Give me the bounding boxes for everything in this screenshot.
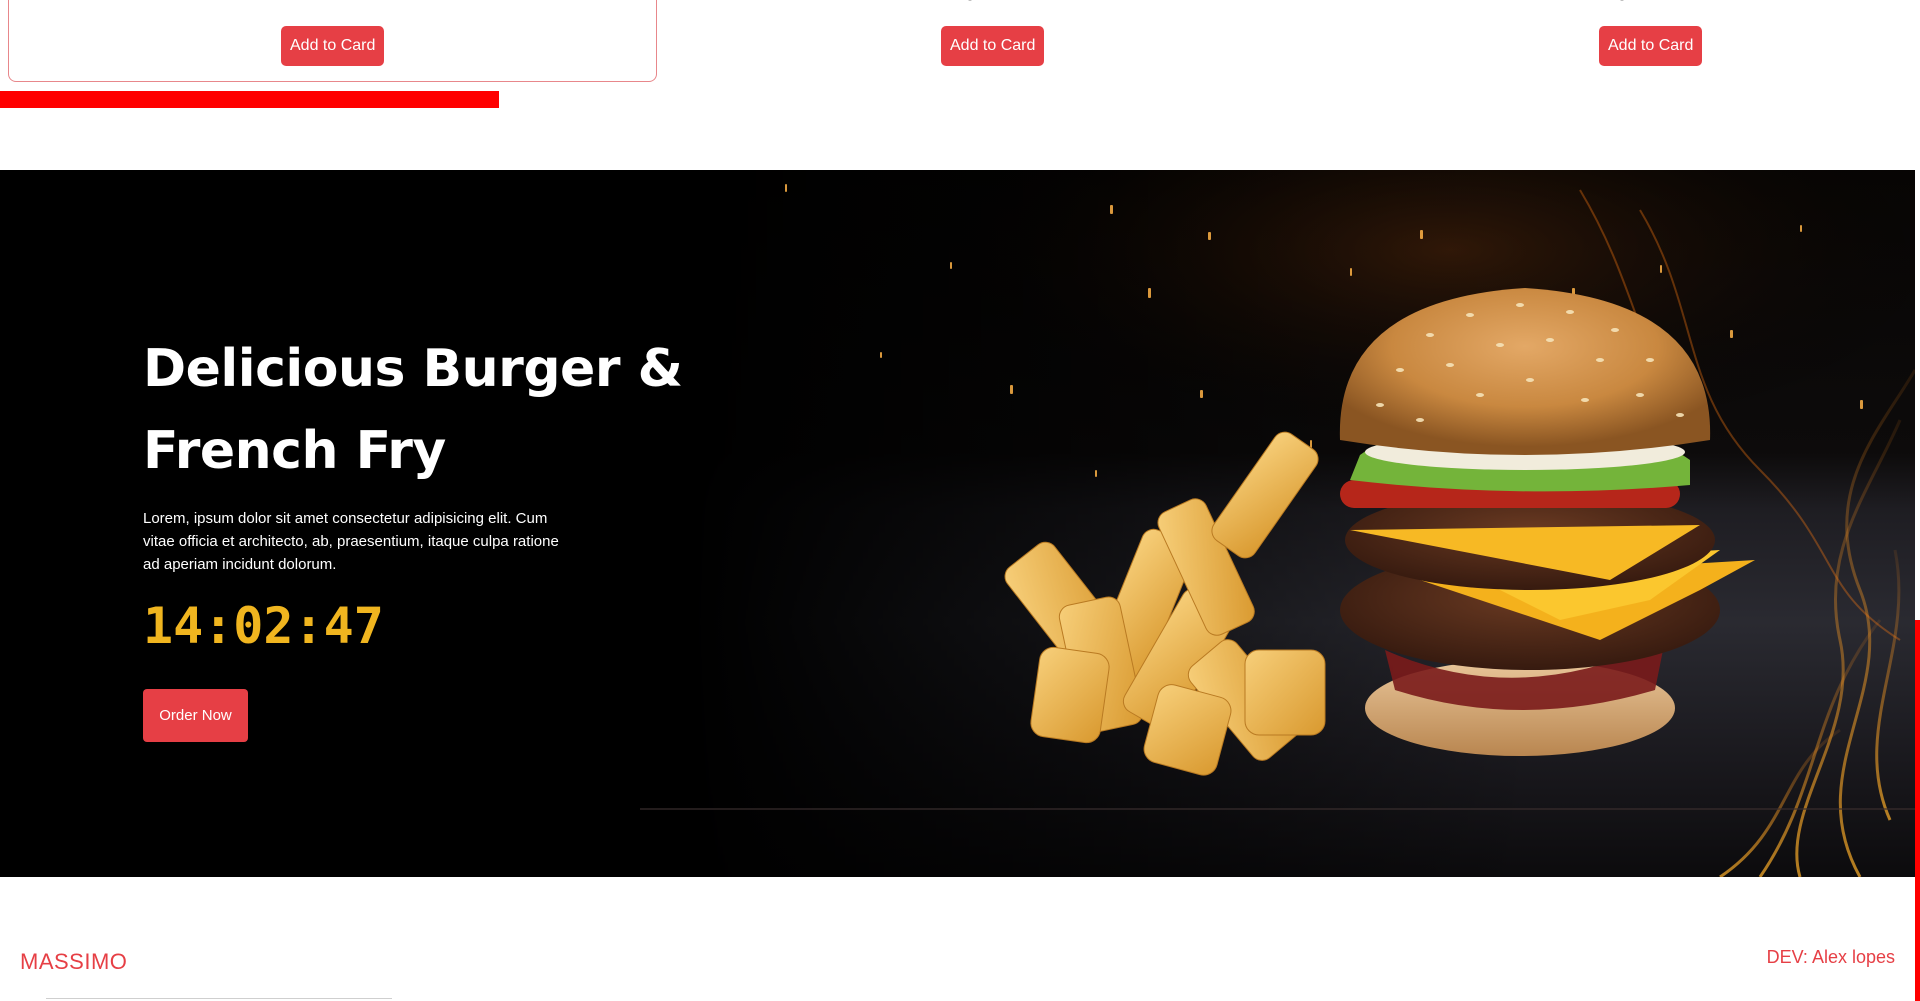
add-to-card-button[interactable]: Add to Card (281, 26, 385, 66)
add-to-card-button[interactable]: Add to Card (1599, 26, 1703, 66)
product-card-dot (968, 0, 972, 1)
scroll-progress-bar (0, 91, 1920, 108)
hero-description: Lorem, ipsum dolor sit amet consectetur … (143, 510, 559, 573)
footer-divider (46, 998, 392, 999)
order-now-button[interactable]: Order Now (143, 689, 248, 742)
countdown-timer: 14:02:47 (143, 597, 384, 655)
scroll-progress-fill (0, 91, 500, 108)
footer: MASSIMO DEV: Alex lopes (0, 877, 1915, 1001)
add-to-card-button[interactable]: Add to Card (941, 26, 1045, 66)
products-strip: Add to Card Add to Card Add to Card (0, 0, 1920, 170)
footer-brand[interactable]: MASSIMO (20, 949, 127, 975)
product-card-dot (1620, 0, 1624, 1)
hero-title: Delicious Burger & French Fry (143, 339, 683, 481)
hero-banner: Delicious Burger & French Fry Lorem, ips… (0, 170, 1915, 877)
side-scroll-indicator (1915, 620, 1920, 1001)
developer-credit: DEV: Alex lopes (1766, 947, 1895, 967)
